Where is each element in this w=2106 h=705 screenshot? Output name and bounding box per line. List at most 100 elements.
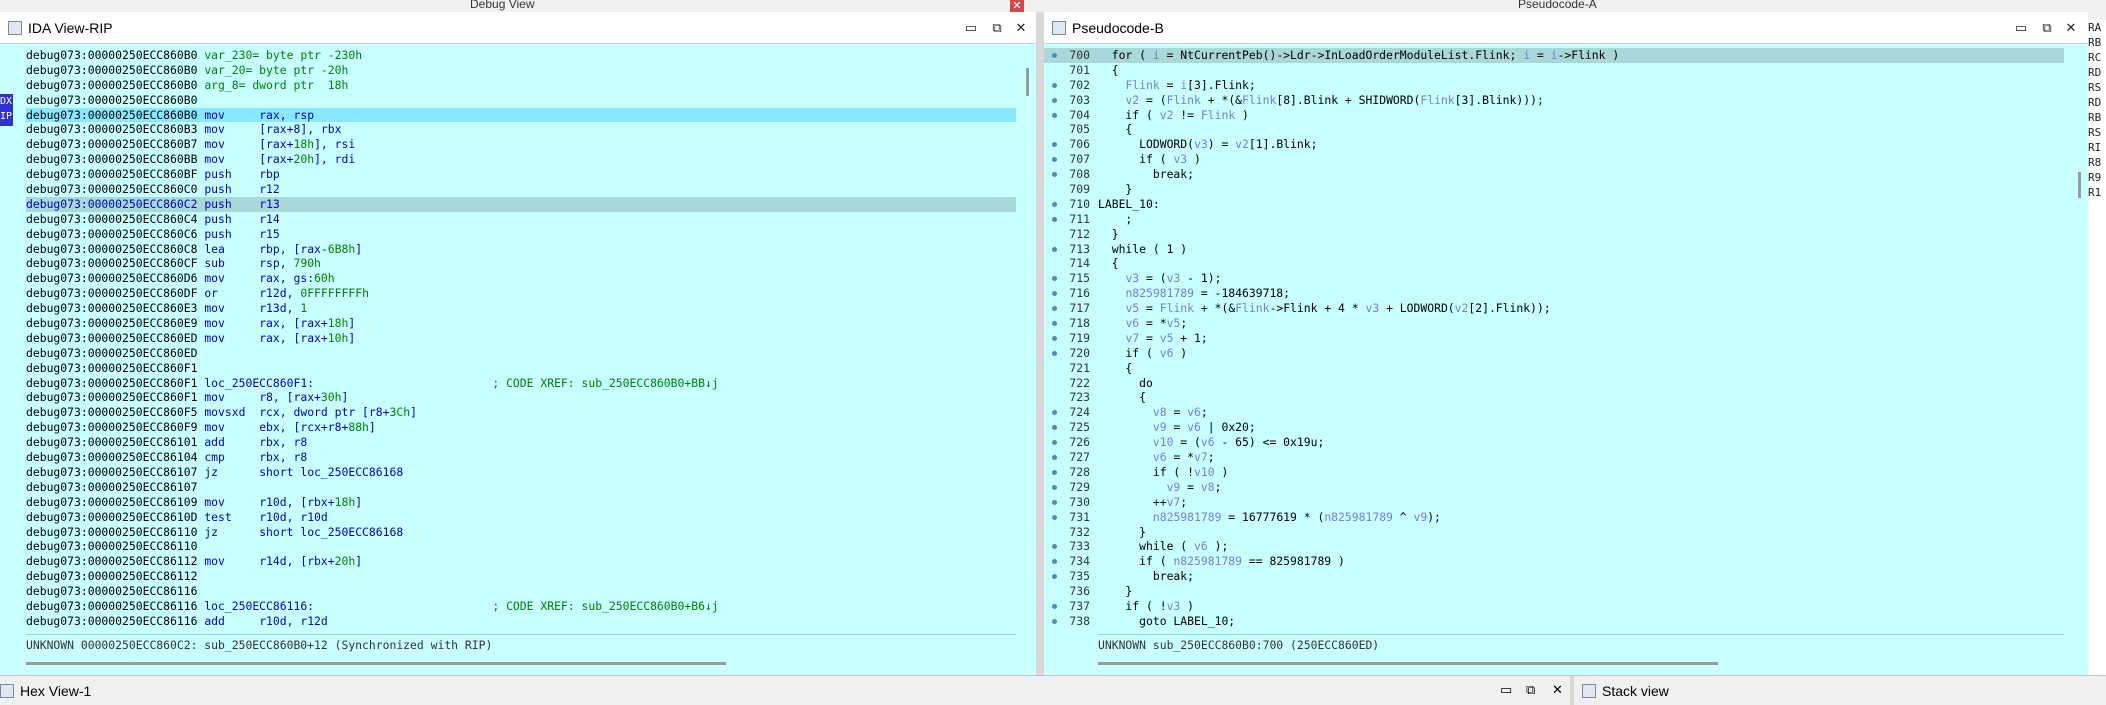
breakpoint-dot-icon[interactable] [1052, 216, 1057, 222]
register-label[interactable]: RC [2088, 50, 2106, 65]
hex-view-tab[interactable]: Hex View-1 [0, 683, 91, 699]
disasm-line[interactable]: debug073:00000250ECC86101 add rbx, r8 [26, 435, 1016, 450]
disasm-line[interactable]: debug073:00000250ECC860B0 [26, 93, 1016, 108]
restore-icon[interactable]: ⧉ [988, 19, 1006, 37]
pseudocode-line[interactable]: 726 v10 = (v6 - 65) <= 0x19u; [1044, 435, 2064, 450]
minimize-icon[interactable]: ▭ [2012, 19, 2030, 37]
breakpoint-dot-icon[interactable] [1052, 82, 1057, 88]
breakpoint-dot-icon[interactable] [1052, 603, 1057, 609]
disasm-line[interactable]: debug073:00000250ECC860DF or r12d, 0FFFF… [26, 286, 1016, 301]
disasm-line[interactable]: debug073:00000250ECC86107 jz short loc_2… [26, 465, 1016, 480]
pseudocode-line[interactable]: 703 v2 = (Flink + *(&Flink[8].Blink + SH… [1044, 93, 2064, 108]
ida-horizontal-scrollbar[interactable] [26, 662, 726, 665]
disassembly-listing[interactable]: debug073:00000250ECC860B0 var_230= byte … [26, 48, 1016, 648]
disasm-line[interactable]: debug073:00000250ECC860F5 movsxd rcx, dw… [26, 405, 1016, 420]
disasm-line[interactable]: debug073:00000250ECC860D6 mov rax, gs:60… [26, 271, 1016, 286]
restore-icon[interactable]: ⧉ [2038, 19, 2056, 37]
close-icon[interactable]: ✕ [1012, 19, 1030, 37]
register-label[interactable]: RD [2088, 65, 2106, 80]
disasm-line[interactable]: debug073:00000250ECC86112 [26, 569, 1016, 584]
disasm-line[interactable]: debug073:00000250ECC860B0 mov rax, rsp [26, 107, 1016, 123]
breakpoint-dot-icon[interactable] [1052, 350, 1057, 356]
disasm-line[interactable]: debug073:00000250ECC860F1 [26, 361, 1016, 376]
pseudocode-horizontal-scrollbar[interactable] [1098, 662, 1718, 665]
panel-splitter[interactable] [1036, 12, 1044, 675]
pseudocode-line[interactable]: 713 while ( 1 ) [1044, 242, 2064, 257]
register-label[interactable]: R9 [2088, 170, 2106, 185]
disasm-line[interactable]: debug073:00000250ECC86110 jz short loc_2… [26, 525, 1016, 540]
pseudocode-line[interactable]: 720 if ( v6 ) [1044, 346, 2064, 361]
register-label[interactable]: RD [2088, 95, 2106, 110]
disasm-line[interactable]: debug073:00000250ECC860B0 var_20= byte p… [26, 63, 1016, 78]
disasm-line[interactable]: debug073:00000250ECC860B0 var_230= byte … [26, 48, 1016, 63]
breakpoint-dot-icon[interactable] [1052, 246, 1057, 252]
pseudocode-line[interactable]: 706 LODWORD(v3) = v2[1].Blink; [1044, 137, 2064, 152]
breakpoint-dot-icon[interactable] [1052, 469, 1057, 475]
register-label[interactable]: RB [2088, 110, 2106, 125]
breakpoint-dot-icon[interactable] [1052, 484, 1057, 490]
pseudocode-listing[interactable]: 700 for ( i = NtCurrentPeb()->Ldr->InLoa… [1044, 48, 2064, 648]
pseudocode-line[interactable]: 729 v9 = v8; [1044, 480, 2064, 495]
register-label[interactable]: RS [2088, 80, 2106, 95]
pseudocode-line[interactable]: 724 v8 = v6; [1044, 405, 2064, 420]
pseudocode-line[interactable]: 725 v9 = v6 | 0x20; [1044, 420, 2064, 435]
stack-view-tab[interactable]: Stack view [1582, 683, 1669, 699]
pseudocode-line[interactable]: 709 } [1044, 182, 2064, 197]
pseudocode-line[interactable]: 730 ++v7; [1044, 495, 2064, 510]
disasm-line[interactable]: debug073:00000250ECC86109 mov r10d, [rbx… [26, 495, 1016, 510]
pseudocode-line[interactable]: 731 n825981789 = 16777619 * (n825981789 … [1044, 510, 2064, 525]
breakpoint-dot-icon[interactable] [1052, 499, 1057, 505]
breakpoint-dot-icon[interactable] [1052, 112, 1057, 118]
disasm-line[interactable]: debug073:00000250ECC86107 [26, 480, 1016, 495]
pseudocode-line[interactable]: 704 if ( v2 != Flink ) [1044, 108, 2064, 123]
pseudocode-line[interactable]: 734 if ( n825981789 == 825981789 ) [1044, 554, 2064, 569]
disasm-line[interactable]: debug073:00000250ECC860E3 mov r13d, 1 [26, 301, 1016, 316]
disasm-line[interactable]: debug073:00000250ECC860F9 mov ebx, [rcx+… [26, 420, 1016, 435]
disasm-line[interactable]: debug073:00000250ECC860F1 loc_250ECC860F… [26, 376, 1016, 391]
pseudocode-line[interactable]: 721 { [1044, 361, 2064, 376]
disasm-line[interactable]: debug073:00000250ECC860F1 mov r8, [rax+3… [26, 390, 1016, 405]
pseudocode-line[interactable]: 727 v6 = *v7; [1044, 450, 2064, 465]
breakpoint-dot-icon[interactable] [1052, 321, 1057, 327]
disasm-line[interactable]: debug073:00000250ECC86110 [26, 539, 1016, 554]
pseudocode-line[interactable]: 701 { [1044, 63, 2064, 78]
disasm-line[interactable]: debug073:00000250ECC860C4 push r14 [26, 212, 1016, 227]
disasm-line[interactable]: debug073:00000250ECC860B7 mov [rax+18h],… [26, 137, 1016, 152]
disasm-line[interactable]: debug073:00000250ECC860C6 push r15 [26, 227, 1016, 242]
disasm-line[interactable]: debug073:00000250ECC8610D test r10d, r10… [26, 510, 1016, 525]
pseudocode-line[interactable]: 738 goto LABEL_10; [1044, 614, 2064, 629]
minimize-icon[interactable]: ▭ [962, 19, 980, 37]
breakpoint-dot-icon[interactable] [1052, 618, 1057, 624]
disasm-line[interactable]: debug073:00000250ECC86116 [26, 584, 1016, 599]
disasm-line[interactable]: debug073:00000250ECC86116 loc_250ECC8611… [26, 599, 1016, 614]
breakpoint-dot-icon[interactable] [1052, 335, 1057, 341]
register-label[interactable]: RA [2088, 20, 2106, 35]
pseudocode-line[interactable]: 736 } [1044, 584, 2064, 599]
register-label[interactable]: R1 [2088, 185, 2106, 200]
pseudocode-line[interactable]: 710 LABEL_10: [1044, 197, 2064, 212]
pseudocode-line[interactable]: 722 do [1044, 376, 2064, 391]
pseudocode-line[interactable]: 723 { [1044, 390, 2064, 405]
disasm-line[interactable]: debug073:00000250ECC860C2 push r13 [26, 196, 1016, 212]
register-label[interactable]: RB [2088, 35, 2106, 50]
pseudocode-vertical-scrollbar[interactable] [2078, 172, 2081, 198]
pseudocode-line[interactable]: 733 while ( v6 ); [1044, 539, 2064, 554]
pseudocode-line[interactable]: 714 { [1044, 256, 2064, 271]
pseudocode-line[interactable]: 719 v7 = v5 + 1; [1044, 331, 2064, 346]
pseudocode-line[interactable]: 728 if ( !v10 ) [1044, 465, 2064, 480]
disasm-line[interactable]: debug073:00000250ECC860CF sub rsp, 790h [26, 256, 1016, 271]
pseudocode-line[interactable]: 735 break; [1044, 569, 2064, 584]
pseudocode-line[interactable]: 705 { [1044, 122, 2064, 137]
disasm-line[interactable]: debug073:00000250ECC860ED [26, 346, 1016, 361]
register-label[interactable]: RS [2088, 125, 2106, 140]
pseudocode-line[interactable]: 712 } [1044, 227, 2064, 242]
hex-close-icon[interactable]: ✕ [1552, 682, 1563, 698]
disasm-line[interactable]: debug073:00000250ECC860E9 mov rax, [rax+… [26, 316, 1016, 331]
disasm-line[interactable]: debug073:00000250ECC86116 add r10d, r12d [26, 614, 1016, 629]
pseudocode-line[interactable]: 708 break; [1044, 167, 2064, 182]
pseudocode-line[interactable]: 737 if ( !v3 ) [1044, 599, 2064, 614]
pseudocode-line[interactable]: 718 v6 = *v5; [1044, 316, 2064, 331]
disasm-line[interactable]: debug073:00000250ECC860C0 push r12 [26, 182, 1016, 197]
disasm-line[interactable]: debug073:00000250ECC860ED mov rax, [rax+… [26, 331, 1016, 346]
disasm-line[interactable]: debug073:00000250ECC860BF push rbp [26, 167, 1016, 182]
